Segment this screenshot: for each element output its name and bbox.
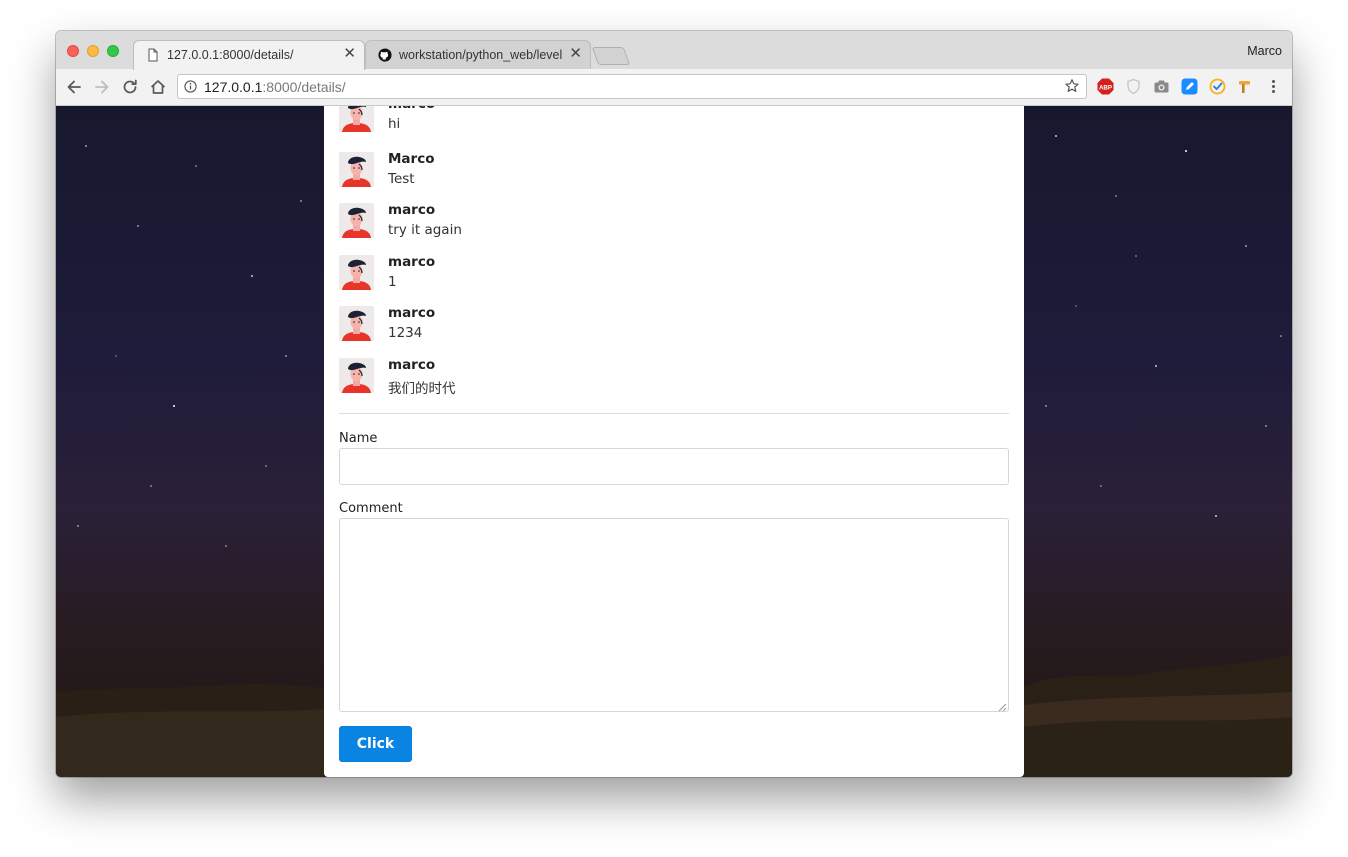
comment-author: marco [388,202,436,218]
tab-github[interactable]: workstation/python_web/level2 ✕ [365,40,591,70]
divider [339,413,1009,414]
new-tab-button[interactable] [591,47,631,65]
bookmark-star-icon[interactable] [1064,78,1080,94]
resize-grip-icon[interactable] [998,703,1007,712]
adblock-plus-icon[interactable]: ABP [1097,78,1114,95]
comment-item: marco 1234 [339,305,999,346]
close-window-button[interactable] [67,45,79,57]
shield-extension-icon[interactable] [1125,78,1142,95]
tab-bar: 127.0.0.1:8000/details/ ✕ workstation/py… [56,31,1292,70]
check-extension-icon[interactable] [1209,78,1226,95]
profile-name[interactable]: Marco [1247,44,1282,58]
comment-author: marco [388,106,435,112]
comment-text: hi [388,116,401,132]
home-icon[interactable] [148,77,168,97]
url-path: :8000/details/ [262,79,346,95]
comment-textarea[interactable] [339,518,1009,712]
maximize-window-button[interactable] [107,45,119,57]
name-label: Name [339,431,378,446]
url-host: 127.0.0.1 [204,79,263,95]
tab-title: workstation/python_web/level2 [399,48,562,62]
comment-text: 1234 [388,325,423,341]
comment-item: marco try it again [339,202,999,243]
minimize-window-button[interactable] [87,45,99,57]
comment-author: marco [388,254,436,270]
comments-panel: marco hi Marco Test marco try it again m… [324,106,1024,777]
back-icon[interactable] [64,77,84,97]
avatar [339,203,374,238]
address-bar[interactable]: 127.0.0.1:8000/details/ [177,74,1087,99]
blue-extension-icon[interactable] [1181,78,1198,95]
camera-extension-icon[interactable] [1153,78,1170,95]
url-text[interactable]: 127.0.0.1:8000/details/ [204,79,346,95]
close-tab-icon[interactable]: ✕ [343,46,356,62]
submit-button[interactable]: Click [339,726,412,762]
forward-icon[interactable] [92,77,112,97]
tab-title: 127.0.0.1:8000/details/ [167,48,294,62]
name-input[interactable] [339,448,1009,485]
comment-item: marco 1 [339,254,999,295]
tab-details[interactable]: 127.0.0.1:8000/details/ ✕ [133,40,365,70]
page-viewport: marco hi Marco Test marco try it again m… [56,106,1292,777]
comment-item: Marco Test [339,151,999,192]
avatar [339,255,374,290]
comment-author: marco [388,357,436,373]
avatar [339,106,374,132]
comment-item: marco hi [339,106,999,137]
github-icon [378,48,392,62]
close-tab-icon[interactable]: ✕ [569,46,582,62]
hammer-extension-icon[interactable] [1237,78,1254,95]
comment-label: Comment [339,501,403,516]
browser-toolbar: 127.0.0.1:8000/details/ ABP [56,69,1292,106]
comment-text: try it again [388,222,462,238]
comment-text: 1 [388,274,397,290]
comment-author: Marco [388,151,435,167]
svg-text:ABP: ABP [1099,84,1112,91]
comment-author: marco [388,305,436,321]
avatar [339,152,374,187]
info-icon[interactable] [184,80,197,93]
comment-text: Test [388,171,415,187]
comment-text: 我们的时代 [388,381,456,397]
browser-window: 127.0.0.1:8000/details/ ✕ workstation/py… [56,31,1292,777]
avatar [339,306,374,341]
avatar [339,358,374,393]
menu-icon[interactable] [1265,78,1282,95]
page-icon [148,48,158,62]
reload-icon[interactable] [120,77,140,97]
comment-item: marco 我们的时代 [339,357,999,398]
